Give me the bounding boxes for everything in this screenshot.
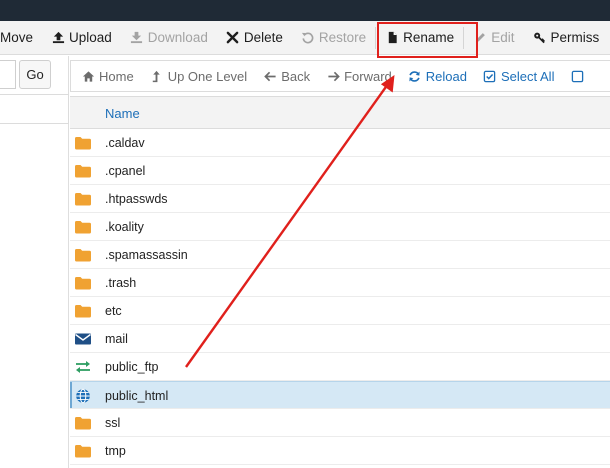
file-row[interactable]: ssl bbox=[70, 409, 610, 437]
file-name: .caldav bbox=[105, 136, 145, 150]
home-icon bbox=[81, 69, 95, 83]
file-row[interactable]: .trash bbox=[70, 269, 610, 297]
upload-icon bbox=[51, 31, 65, 45]
home-button[interactable]: Home bbox=[81, 69, 134, 84]
directory-tree-box bbox=[0, 94, 69, 124]
file-manager-toolbar: Move Upload Download Delete Restore Rena… bbox=[0, 21, 610, 55]
folder-icon bbox=[74, 219, 92, 235]
go-button-label: Go bbox=[26, 67, 44, 82]
download-button[interactable]: Download bbox=[121, 21, 217, 54]
file-row[interactable]: .spamassassin bbox=[70, 241, 610, 269]
select-all-button[interactable]: Select All bbox=[483, 69, 554, 84]
folder-icon bbox=[74, 135, 92, 151]
reload-button[interactable]: Reload bbox=[408, 69, 467, 84]
restore-icon bbox=[301, 31, 315, 45]
home-label: Home bbox=[99, 68, 134, 84]
restore-button-label: Restore bbox=[318, 30, 367, 45]
arrow-right-icon bbox=[326, 69, 340, 83]
directory-tree-pane: Go bbox=[0, 56, 69, 468]
delete-button[interactable]: Delete bbox=[217, 21, 292, 54]
file-row[interactable]: .cpanel bbox=[70, 157, 610, 185]
back-button[interactable]: Back bbox=[263, 69, 310, 84]
select-all-label: Select All bbox=[500, 68, 555, 84]
folder-icon bbox=[74, 247, 92, 263]
file-row[interactable]: mail bbox=[70, 325, 610, 353]
file-row[interactable]: public_html bbox=[70, 381, 610, 409]
file-name: etc bbox=[105, 304, 122, 318]
file-name: ssl bbox=[105, 416, 121, 430]
edit-button-label: Edit bbox=[491, 30, 515, 45]
download-button-label: Download bbox=[147, 30, 208, 45]
transfer-arrows-icon bbox=[74, 359, 92, 375]
reload-icon bbox=[408, 69, 422, 83]
arrow-left-icon bbox=[263, 69, 277, 83]
file-name: .cpanel bbox=[105, 164, 146, 178]
folder-icon bbox=[74, 443, 92, 459]
rename-button[interactable]: Rename bbox=[376, 21, 463, 54]
file-name: .spamassassin bbox=[105, 248, 188, 262]
reload-label: Reload bbox=[425, 68, 467, 84]
navigation-bar: Home Up One Level Back Forward Reload Se… bbox=[70, 60, 610, 92]
delete-button-label: Delete bbox=[243, 30, 283, 45]
file-list-header: Name bbox=[70, 96, 610, 129]
folder-icon bbox=[74, 191, 92, 207]
file-name: .koality bbox=[105, 220, 144, 234]
checkbox-checked-icon bbox=[483, 69, 497, 83]
file-row[interactable]: .caldav bbox=[70, 129, 610, 157]
globe-icon bbox=[74, 388, 92, 404]
file-name: public_html bbox=[105, 389, 169, 403]
file-row[interactable]: .koality bbox=[70, 213, 610, 241]
upload-button-label: Upload bbox=[69, 30, 112, 45]
file-row[interactable]: tmp bbox=[70, 437, 610, 465]
file-row[interactable]: .htpasswds bbox=[70, 185, 610, 213]
file-row[interactable]: public_ftp bbox=[70, 353, 610, 381]
file-name: .trash bbox=[105, 276, 137, 290]
path-input[interactable] bbox=[0, 60, 16, 89]
file-icon bbox=[385, 31, 399, 45]
file-row[interactable]: etc bbox=[70, 297, 610, 325]
folder-icon bbox=[74, 415, 92, 431]
folder-icon bbox=[74, 303, 92, 319]
forward-label: Forward bbox=[344, 68, 392, 84]
download-icon bbox=[130, 31, 144, 45]
pencil-icon bbox=[473, 31, 487, 45]
edit-button[interactable]: Edit bbox=[464, 21, 523, 54]
file-name: .htpasswds bbox=[105, 192, 168, 206]
permissions-button[interactable]: Permiss bbox=[523, 21, 608, 54]
back-label: Back bbox=[281, 68, 311, 84]
move-button[interactable]: Move bbox=[0, 21, 42, 54]
rename-button-label: Rename bbox=[403, 30, 455, 45]
upload-button[interactable]: Upload bbox=[42, 21, 121, 54]
file-name: tmp bbox=[105, 444, 126, 458]
level-up-icon bbox=[150, 69, 164, 83]
up-one-level-button[interactable]: Up One Level bbox=[150, 68, 248, 84]
name-column-header[interactable]: Name bbox=[105, 106, 140, 121]
folder-icon bbox=[74, 163, 92, 179]
move-button-label: Move bbox=[0, 30, 34, 45]
folder-icon bbox=[74, 275, 92, 291]
permissions-button-label: Permiss bbox=[550, 30, 600, 45]
go-button[interactable]: Go bbox=[19, 60, 51, 89]
key-icon bbox=[532, 31, 546, 45]
unselect-all-button[interactable] bbox=[570, 69, 588, 83]
top-header-bar bbox=[0, 0, 610, 21]
file-name: mail bbox=[105, 332, 128, 346]
mail-icon bbox=[74, 331, 92, 347]
restore-button[interactable]: Restore bbox=[292, 21, 375, 54]
delete-icon bbox=[226, 31, 240, 45]
file-list: .caldav .cpanel .htpasswds .koality .spamass… bbox=[70, 129, 610, 465]
forward-button[interactable]: Forward bbox=[326, 69, 392, 84]
up-one-level-label: Up One Level bbox=[167, 68, 248, 84]
file-name: public_ftp bbox=[105, 360, 159, 374]
checkbox-empty-icon bbox=[570, 69, 584, 83]
